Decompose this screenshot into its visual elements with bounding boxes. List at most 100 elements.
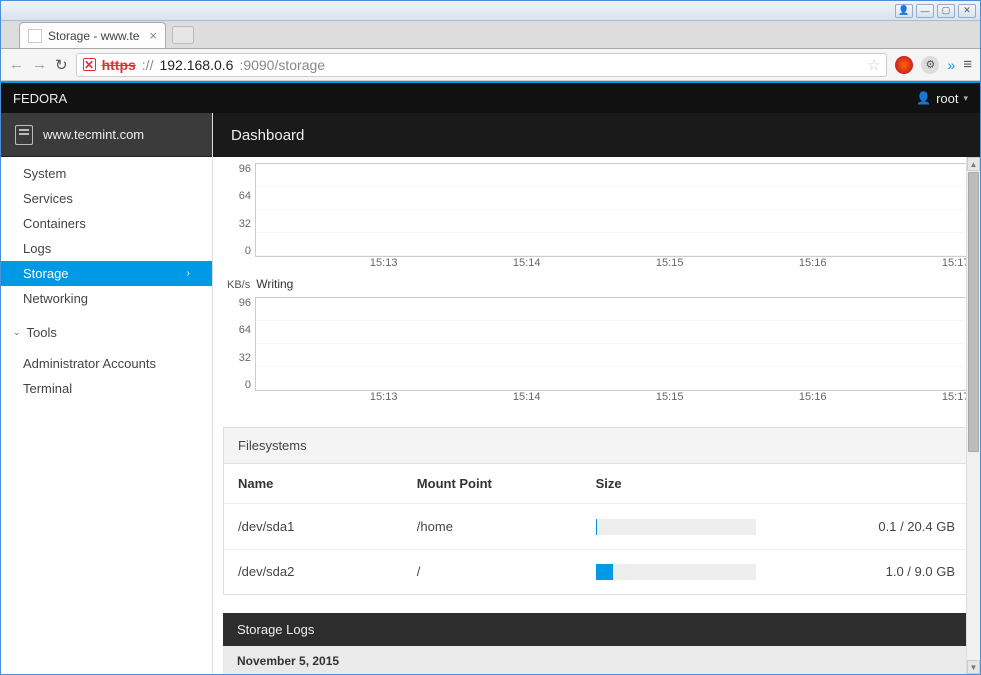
y-tick: 0: [245, 245, 251, 257]
sidebar-item-label: Containers: [23, 216, 86, 231]
forward-button[interactable]: →: [32, 56, 47, 73]
page-favicon-icon: [28, 29, 42, 43]
reading-chart: 96 64 32 0: [223, 163, 970, 257]
extension-icon-1[interactable]: [895, 56, 913, 74]
fs-size: 1.0 / 9.0 GB: [805, 549, 969, 594]
sidebar-item-containers[interactable]: Containers: [1, 211, 212, 236]
sidebar-item-storage[interactable]: Storage›: [1, 261, 212, 286]
sidebar-item-label: System: [23, 166, 66, 181]
page-header: Dashboard: [213, 113, 980, 157]
url-path: :9090/storage: [239, 57, 325, 73]
back-button[interactable]: ←: [9, 56, 24, 73]
scroll-thumb[interactable]: [968, 172, 979, 452]
bookmark-star-icon[interactable]: ☆: [867, 56, 880, 74]
fs-name: /dev/sda1: [224, 504, 403, 550]
sidebar: www.tecmint.com System Services Containe…: [1, 113, 213, 674]
url-scheme: https: [102, 57, 136, 73]
x-axis: 15:13 15:14 15:15 15:16 15:17: [255, 391, 970, 409]
chart-title: Writing: [256, 277, 293, 291]
sidebar-item-admin-accounts[interactable]: Administrator Accounts: [1, 351, 212, 376]
filesystems-header: Filesystems: [224, 428, 969, 464]
sidebar-item-label: Logs: [23, 241, 51, 256]
filesystems-panel: Filesystems Name Mount Point Size: [223, 427, 970, 595]
filesystems-table: Name Mount Point Size /dev/sda1 /home: [224, 464, 969, 594]
app-body: www.tecmint.com System Services Containe…: [1, 113, 980, 674]
nav-list-tools: Administrator Accounts Terminal: [1, 345, 212, 401]
content-scrollbar[interactable]: ▲ ▼: [966, 157, 980, 674]
x-axis: 15:13 15:14 15:15 15:16 15:17: [255, 257, 970, 275]
column-name: Name: [224, 464, 403, 504]
user-icon: 👤: [916, 91, 931, 105]
scroll-up-icon[interactable]: ▲: [967, 157, 980, 171]
chrome-overflow-icon[interactable]: »: [947, 57, 955, 73]
extension-icon-2[interactable]: ⚙: [921, 56, 939, 74]
insecure-warning-icon: ✕: [83, 58, 96, 71]
app-viewport: FEDORA 👤 root ▾ www.tecmint.com System S…: [1, 81, 980, 674]
chevron-down-icon: ▾: [963, 93, 968, 104]
column-mount: Mount Point: [403, 464, 582, 504]
chart-plot-area: [255, 163, 970, 257]
main-panel: Dashboard 96 64 32 0: [213, 113, 980, 674]
y-tick: 64: [239, 190, 251, 202]
y-axis: 96 64 32 0: [223, 297, 255, 391]
page-title: Dashboard: [231, 127, 304, 144]
x-tick: 15:13: [370, 257, 398, 269]
table-header-row: Name Mount Point Size: [224, 464, 969, 504]
x-tick: 15:16: [799, 257, 827, 269]
sidebar-item-label: Services: [23, 191, 73, 206]
app-topbar: FEDORA 👤 root ▾: [1, 83, 980, 113]
sidebar-item-system[interactable]: System: [1, 161, 212, 186]
table-row[interactable]: /dev/sda1 /home 0.1 / 20.4 GB: [224, 504, 969, 550]
user-menu[interactable]: 👤 root ▾: [916, 91, 968, 106]
sidebar-group-tools[interactable]: ⌄ Tools: [1, 319, 212, 345]
sidebar-item-services[interactable]: Services: [1, 186, 212, 211]
reload-button[interactable]: ↻: [55, 56, 68, 74]
chrome-menu-button[interactable]: ≡: [963, 56, 972, 73]
fs-mount: /home: [403, 504, 582, 550]
main-content: 96 64 32 0 15:13 15:14 15:15 15:16 15:17: [213, 157, 980, 674]
user-icon-button[interactable]: 👤: [895, 4, 913, 18]
fs-usage-bar: [582, 549, 806, 594]
scroll-down-icon[interactable]: ▼: [967, 660, 980, 674]
y-tick: 64: [239, 324, 251, 336]
y-tick: 32: [239, 218, 251, 230]
column-size: Size: [582, 464, 806, 504]
storage-logs-date: November 5, 2015: [223, 646, 970, 674]
tab-title: Storage - www.te: [48, 29, 139, 43]
os-titlebar: 👤 — ▢ ✕: [1, 1, 980, 21]
sidebar-group-label: Tools: [27, 325, 57, 340]
chart-plot-area: [255, 297, 970, 391]
host-icon: [15, 125, 33, 145]
x-tick: 15:16: [799, 391, 827, 403]
chart-unit-row: KB/s Writing: [227, 277, 970, 291]
sidebar-item-label: Networking: [23, 291, 88, 306]
browser-tab[interactable]: Storage - www.te ×: [19, 22, 166, 48]
minimize-button[interactable]: —: [916, 4, 934, 18]
x-tick: 15:15: [656, 257, 684, 269]
y-tick: 32: [239, 352, 251, 364]
close-window-button[interactable]: ✕: [958, 4, 976, 18]
browser-toolbar: ← → ↻ ✕ https ://192.168.0.6:9090/storag…: [1, 49, 980, 81]
host-selector[interactable]: www.tecmint.com: [1, 113, 212, 157]
chart-unit: KB/s: [227, 279, 250, 291]
storage-logs-header: Storage Logs: [223, 613, 970, 646]
y-tick: 0: [245, 379, 251, 391]
url-input[interactable]: ✕ https ://192.168.0.6:9090/storage ☆: [76, 53, 888, 77]
new-tab-button[interactable]: [172, 26, 194, 44]
table-row[interactable]: /dev/sda2 / 1.0 / 9.0 GB: [224, 549, 969, 594]
fs-size: 0.1 / 20.4 GB: [805, 504, 969, 550]
fs-name: /dev/sda2: [224, 549, 403, 594]
fs-mount: /: [403, 549, 582, 594]
chevron-down-icon: ⌄: [13, 327, 21, 338]
x-tick: 15:15: [656, 391, 684, 403]
x-tick: 15:13: [370, 391, 398, 403]
url-host: 192.168.0.6: [159, 57, 233, 73]
sidebar-item-terminal[interactable]: Terminal: [1, 376, 212, 401]
host-label: www.tecmint.com: [43, 127, 144, 142]
x-tick: 15:14: [513, 257, 541, 269]
tab-close-icon[interactable]: ×: [149, 28, 157, 43]
sidebar-item-label: Storage: [23, 266, 69, 281]
sidebar-item-logs[interactable]: Logs: [1, 236, 212, 261]
maximize-button[interactable]: ▢: [937, 4, 955, 18]
sidebar-item-networking[interactable]: Networking: [1, 286, 212, 311]
